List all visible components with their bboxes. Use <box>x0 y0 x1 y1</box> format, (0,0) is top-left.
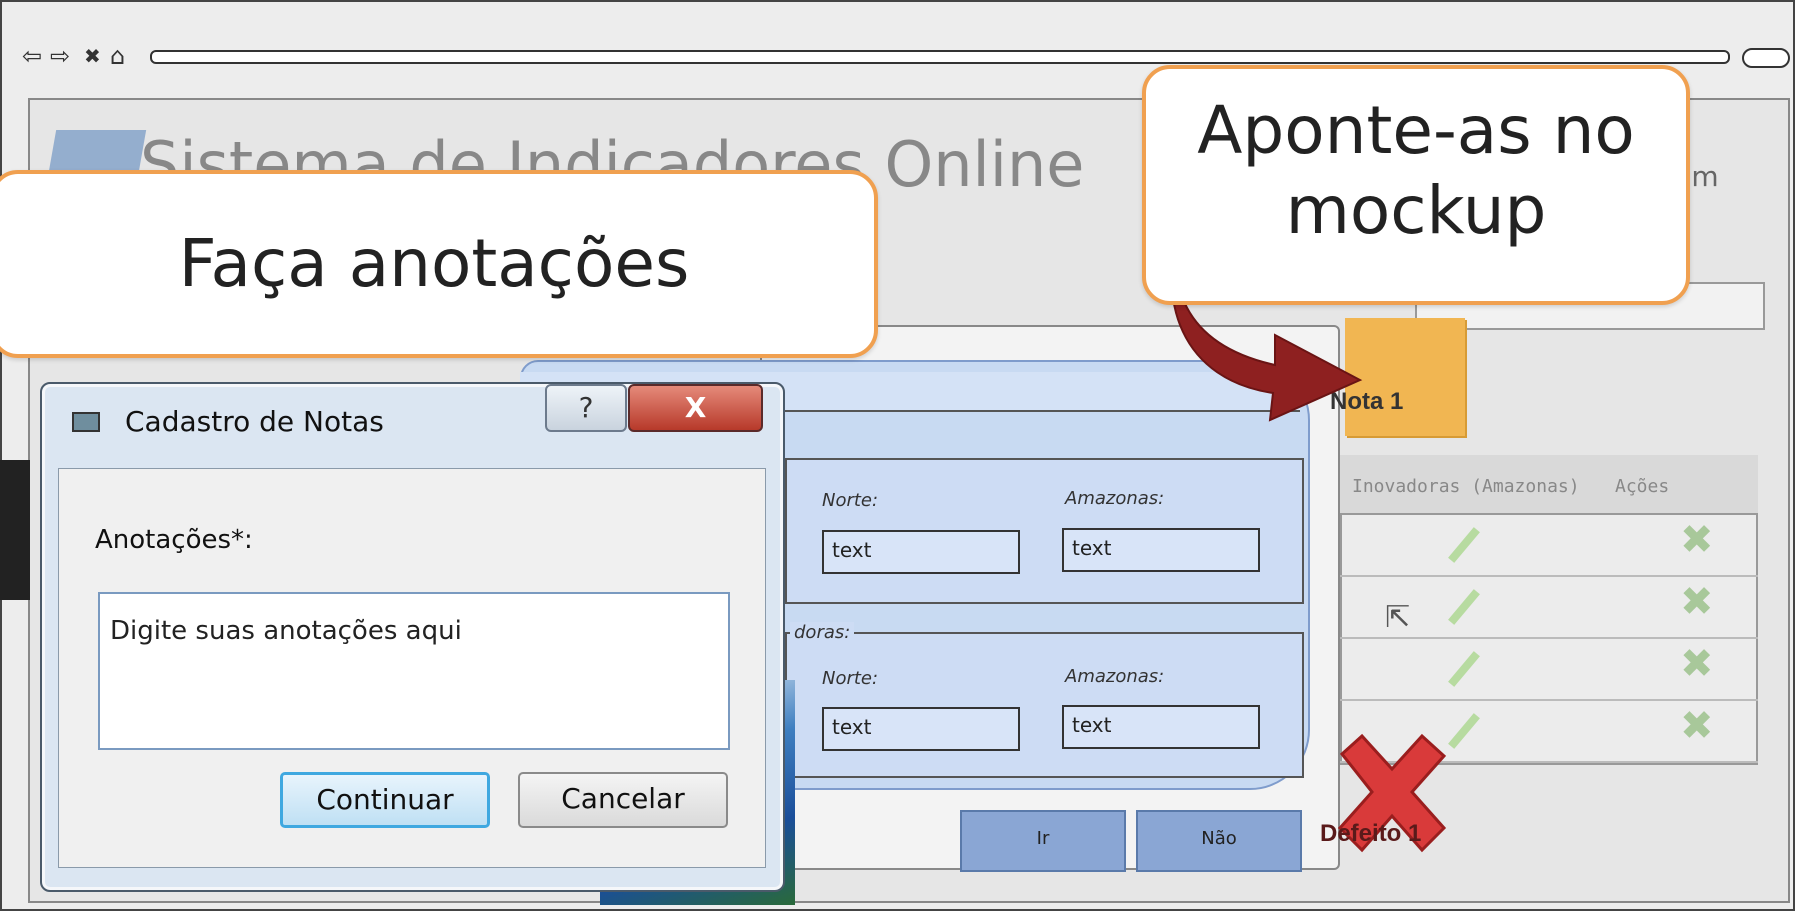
address-bar[interactable] <box>150 50 1730 64</box>
table-row: ✖ <box>1340 515 1758 577</box>
defect-label: Defeito 1 <box>1320 820 1422 847</box>
stop-icon[interactable]: ✖ <box>84 44 101 68</box>
annotations-textarea[interactable]: Digite suas anotações aqui <box>98 592 730 750</box>
continue-button[interactable]: Continuar <box>280 772 490 828</box>
annotations-label: Anotações*: <box>95 525 253 555</box>
delete-x-icon[interactable]: ✖ <box>1680 641 1714 687</box>
label-norte: Norte: <box>822 668 879 689</box>
home-icon[interactable]: ⌂ <box>110 42 125 70</box>
grid-column-header: Ações <box>1615 476 1670 497</box>
label-amazonas: Amazonas: <box>1065 488 1165 509</box>
callout-line-1: Aponte-as no <box>1197 92 1635 169</box>
cancel-button[interactable]: Cancelar <box>518 772 728 828</box>
browser-search-pill[interactable] <box>1742 48 1790 68</box>
background-strip <box>0 460 30 600</box>
delete-x-icon[interactable]: ✖ <box>1680 579 1714 625</box>
delete-x-icon[interactable]: ✖ <box>1680 517 1714 563</box>
close-button[interactable]: X <box>628 384 763 432</box>
forward-icon[interactable]: ⇨ <box>50 42 70 70</box>
callout-make-notes: Faça anotações <box>0 170 878 358</box>
input-norte[interactable]: text <box>822 530 1020 574</box>
dialog-title: Cadastro de Notas <box>125 405 384 438</box>
callout-point-in-mockup: Aponte-as no mockup <box>1142 65 1690 305</box>
table-row: ✖ <box>1340 639 1758 701</box>
edit-pencil-icon[interactable] <box>1448 527 1480 563</box>
callout-line-2: mockup <box>1285 172 1547 249</box>
nao-button[interactable]: Não <box>1136 810 1302 872</box>
input-norte[interactable]: text <box>822 707 1020 751</box>
ir-button[interactable]: Ir <box>960 810 1126 872</box>
fieldset-2-legend: doras: <box>790 622 855 643</box>
input-amazonas[interactable]: text <box>1062 528 1260 572</box>
help-button[interactable]: ? <box>545 384 627 432</box>
edit-pencil-icon[interactable] <box>1448 651 1480 687</box>
delete-x-icon[interactable]: ✖ <box>1680 703 1714 749</box>
label-amazonas: Amazonas: <box>1065 666 1165 687</box>
grid-column-header: Inovadoras (Amazonas) <box>1352 476 1580 497</box>
window-app-icon <box>72 412 100 432</box>
input-amazonas[interactable]: text <box>1062 705 1260 749</box>
back-icon[interactable]: ⇦ <box>22 42 42 70</box>
edit-pencil-icon[interactable] <box>1448 589 1480 625</box>
label-norte: Norte: <box>822 490 879 511</box>
mouse-cursor-icon: ⇱ <box>1385 600 1411 635</box>
